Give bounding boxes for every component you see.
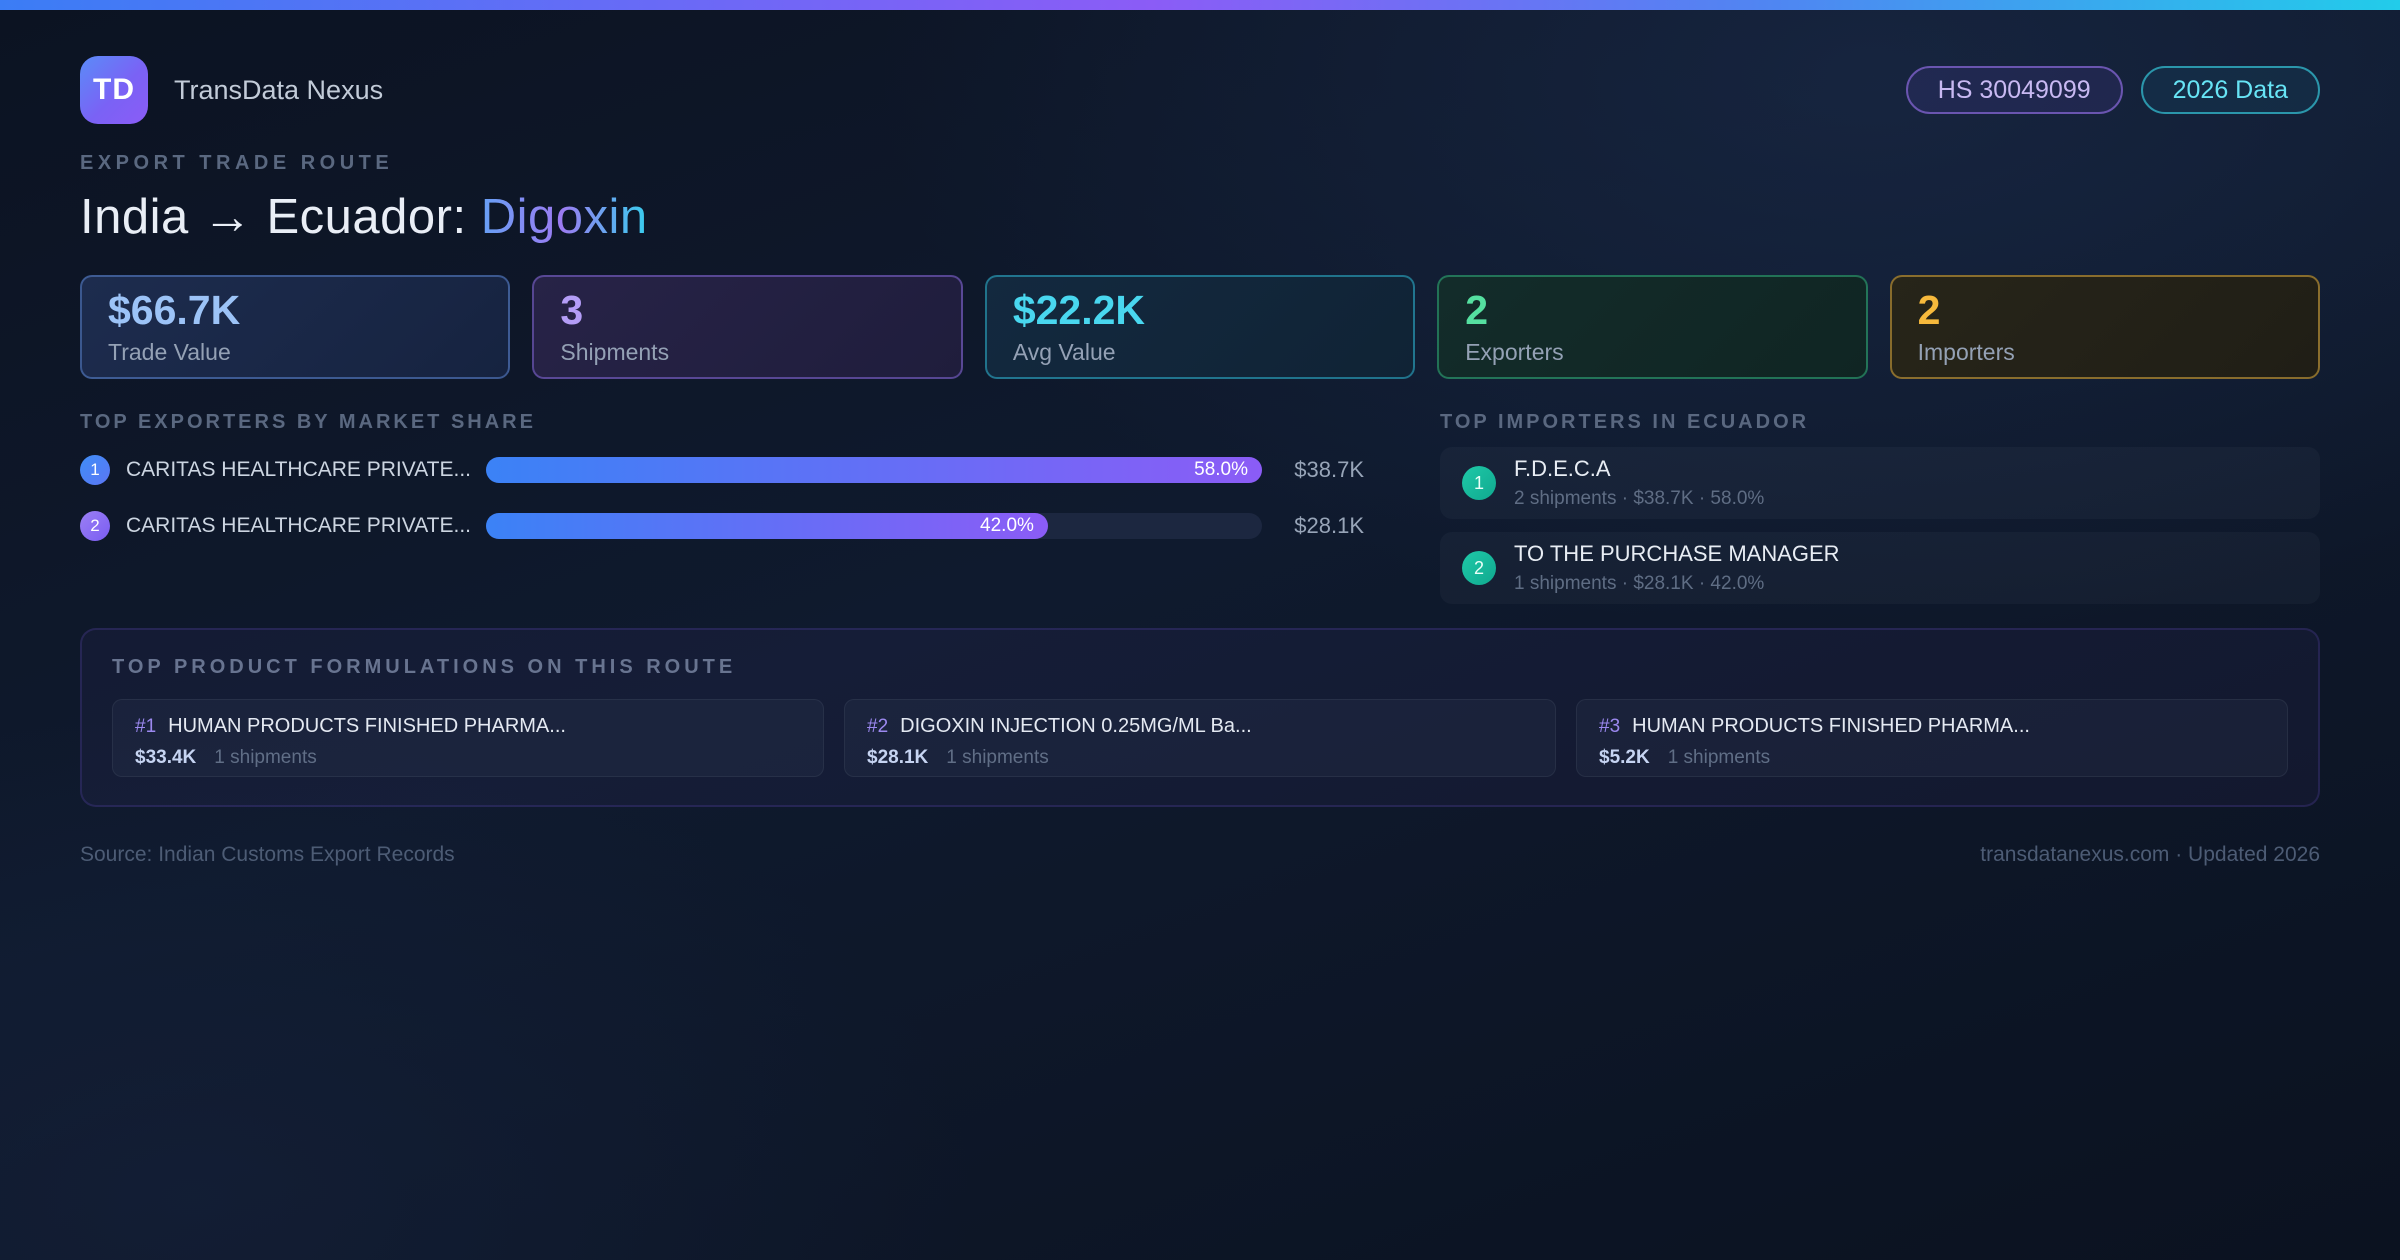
exporter-row: 2 CARITAS HEALTHCARE PRIVATE... 42.0% $2… <box>80 506 1364 546</box>
exporter-value: $38.7K <box>1294 457 1364 482</box>
formulation-shipments: 1 shipments <box>1667 747 1771 768</box>
formulation-meta-line: $5.2K 1 shipments <box>1599 747 2265 769</box>
exporter-row: 1 CARITAS HEALTHCARE PRIVATE... 58.0% $3… <box>80 450 1364 490</box>
formulation-card[interactable]: #2 DIGOXIN INJECTION 0.25MG/ML Ba... $28… <box>844 699 1556 777</box>
formulation-title-line: #1 HUMAN PRODUCTS FINISHED PHARMA... <box>135 715 801 738</box>
formulation-rank: #3 <box>1599 716 1621 737</box>
stat-label: Avg Value <box>1012 338 1116 365</box>
stat-value: $66.7K <box>108 287 241 334</box>
dashboard-page: TD TransData Nexus HS 30049099 2026 Data… <box>0 10 2400 867</box>
formulation-shipments: 1 shipments <box>946 747 1049 768</box>
stat-label: Trade Value <box>108 338 231 365</box>
year-data-badge[interactable]: 2026 Data <box>2140 66 2320 114</box>
stat-card-avg-value: $22.2K Avg Value <box>984 275 1416 379</box>
market-share-bar-track: 58.0% <box>486 457 1262 483</box>
eyebrow-label: EXPORT TRADE ROUTE <box>80 152 394 174</box>
middle-columns: TOP EXPORTERS BY MARKET SHARE 1 CARITAS … <box>80 411 2320 604</box>
app-logo: TD <box>80 56 148 124</box>
app-title: TransData Nexus <box>174 74 384 105</box>
importer-row[interactable]: 1 F.D.E.C.A 2 shipments · $38.7K · 58.0% <box>1440 447 2320 519</box>
importer-row[interactable]: 2 TO THE PURCHASE MANAGER 1 shipments · … <box>1440 532 2320 604</box>
app-header: TD TransData Nexus HS 30049099 2026 Data <box>80 56 2320 124</box>
page-title: India → Ecuador: Digoxin <box>80 189 2320 245</box>
formulation-cards-row: #1 HUMAN PRODUCTS FINISHED PHARMA... $33… <box>112 699 2288 777</box>
accent-gradient-bar <box>0 0 2400 10</box>
exporter-name: CARITAS HEALTHCARE PRIVATE... <box>126 514 470 537</box>
rank-badge: 2 <box>1462 551 1496 585</box>
importer-info: TO THE PURCHASE MANAGER 1 shipments · $2… <box>1514 541 1840 595</box>
rank-badge: 1 <box>80 455 110 485</box>
stat-card-importers: 2 Importers <box>1889 275 2321 379</box>
formulation-rank: #1 <box>135 716 157 737</box>
formulation-name: DIGOXIN INJECTION 0.25MG/ML Ba... <box>900 715 1252 737</box>
top-exporters-section: TOP EXPORTERS BY MARKET SHARE 1 CARITAS … <box>80 411 1364 604</box>
top-importers-section: TOP IMPORTERS IN ECUADOR 1 F.D.E.C.A 2 s… <box>1440 411 2320 604</box>
footer-source: Source: Indian Customs Export Records <box>80 843 455 866</box>
exporter-name: CARITAS HEALTHCARE PRIVATE... <box>126 458 470 481</box>
formulation-rank: #2 <box>867 716 889 737</box>
share-percent-label: 58.0% <box>1194 459 1248 480</box>
stat-cards-row: $66.7K Trade Value 3 Shipments $22.2K Av… <box>80 275 2321 379</box>
market-share-bar: 42.0% <box>486 513 1048 539</box>
section-heading-exporters: TOP EXPORTERS BY MARKET SHARE <box>80 411 536 433</box>
formulation-value: $33.4K <box>135 747 197 768</box>
stat-value: $22.2K <box>1012 287 1146 334</box>
stat-label: Importers <box>1917 338 2015 365</box>
stat-value: 2 <box>1465 287 1489 334</box>
formulation-meta-line: $33.4K 1 shipments <box>135 747 801 769</box>
section-heading-importers: TOP IMPORTERS IN ECUADOR <box>1440 411 1810 433</box>
product-title-highlight: Digoxin <box>480 190 648 244</box>
formulation-name: HUMAN PRODUCTS FINISHED PHARMA... <box>168 715 566 737</box>
formulation-meta-line: $28.1K 1 shipments <box>867 747 1533 769</box>
stat-label: Exporters <box>1465 338 1564 365</box>
exporter-value: $28.1K <box>1294 513 1364 538</box>
rank-badge: 2 <box>80 511 110 541</box>
formulation-title-line: #3 HUMAN PRODUCTS FINISHED PHARMA... <box>1599 715 2265 738</box>
stat-card-trade-value: $66.7K Trade Value <box>80 275 511 379</box>
rank-badge: 1 <box>1462 466 1496 500</box>
stat-value: 2 <box>1917 287 1941 334</box>
importer-name: TO THE PURCHASE MANAGER <box>1514 541 1840 566</box>
importer-meta: 2 shipments · $38.7K · 58.0% <box>1514 488 1765 509</box>
formulations-panel: TOP PRODUCT FORMULATIONS ON THIS ROUTE #… <box>80 628 2320 807</box>
stat-card-shipments: 3 Shipments <box>532 275 963 379</box>
formulation-card[interactable]: #3 HUMAN PRODUCTS FINISHED PHARMA... $5.… <box>1576 699 2288 777</box>
hs-code-badge[interactable]: HS 30049099 <box>1905 66 2123 114</box>
stat-card-exporters: 2 Exporters <box>1437 275 1868 379</box>
stat-label: Shipments <box>560 338 670 365</box>
importer-name: F.D.E.C.A <box>1514 456 1611 481</box>
formulation-card[interactable]: #1 HUMAN PRODUCTS FINISHED PHARMA... $33… <box>112 699 824 777</box>
page-footer: Source: Indian Customs Export Records tr… <box>80 843 2320 867</box>
market-share-bar: 58.0% <box>486 457 1262 483</box>
footer-site: transdatanexus.com · Updated 2026 <box>1980 843 2320 866</box>
section-heading-formulations: TOP PRODUCT FORMULATIONS ON THIS ROUTE <box>112 656 737 678</box>
importer-meta: 1 shipments · $28.1K · 42.0% <box>1514 573 1765 594</box>
header-badges: HS 30049099 2026 Data <box>1905 66 2320 114</box>
formulation-shipments: 1 shipments <box>214 747 317 768</box>
hero-section: EXPORT TRADE ROUTE India → Ecuador: Digo… <box>80 152 2320 245</box>
formulation-name: HUMAN PRODUCTS FINISHED PHARMA... <box>1632 715 2030 737</box>
stat-value: 3 <box>560 287 584 334</box>
market-share-bar-track: 42.0% <box>486 513 1262 539</box>
brand: TD TransData Nexus <box>80 56 383 124</box>
importer-info: F.D.E.C.A 2 shipments · $38.7K · 58.0% <box>1514 456 1764 510</box>
share-percent-label: 42.0% <box>980 515 1034 536</box>
formulation-value: $5.2K <box>1599 747 1650 768</box>
formulation-value: $28.1K <box>867 747 929 768</box>
formulation-title-line: #2 DIGOXIN INJECTION 0.25MG/ML Ba... <box>867 715 1533 738</box>
route-title-text: India → Ecuador: <box>80 190 481 244</box>
